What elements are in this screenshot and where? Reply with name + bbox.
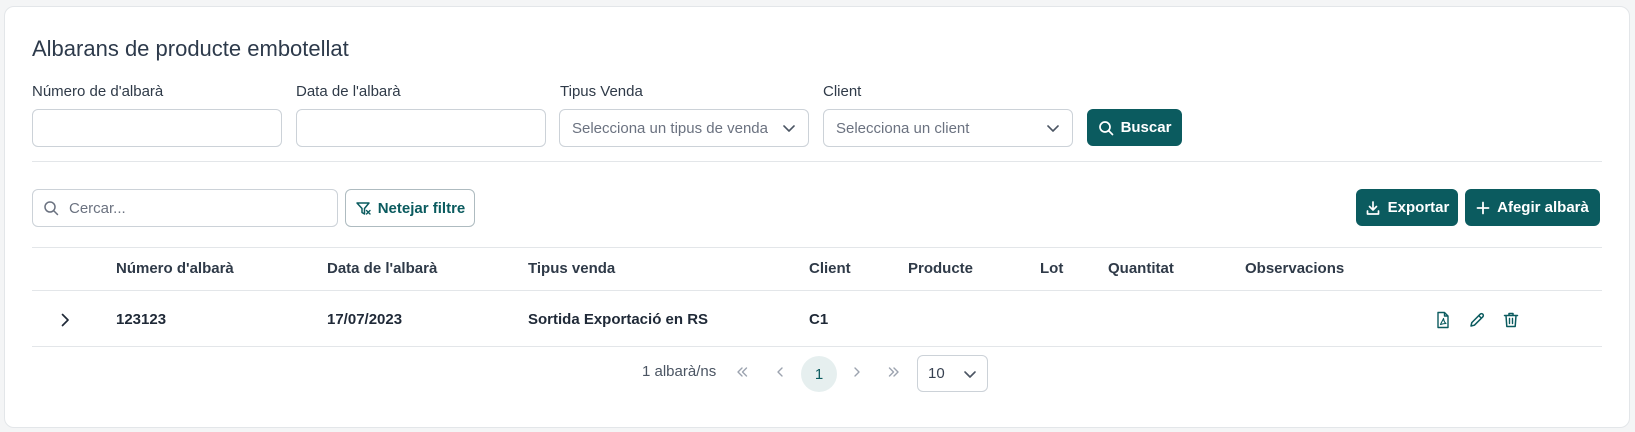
filter-clear-icon (355, 201, 371, 215)
buscar-label: Buscar (1120, 119, 1172, 136)
table-search[interactable] (32, 189, 338, 227)
column-header-tipus[interactable]: Tipus venda (528, 260, 615, 277)
page-title: Albarans de producte embotellat (32, 36, 349, 61)
cell-client: C1 (809, 311, 829, 328)
chevrons-right-icon[interactable] (886, 364, 902, 380)
column-header-quantitat[interactable]: Quantitat (1108, 260, 1174, 277)
chevrons-left-icon[interactable] (734, 364, 750, 380)
pdf-file-icon[interactable] (1433, 310, 1453, 330)
chevron-down-icon (964, 370, 976, 378)
chevron-down-icon (783, 125, 795, 132)
numero-albara-input[interactable] (32, 109, 282, 147)
afegir-albara-label: Afegir albarà (1497, 199, 1589, 216)
column-header-producte[interactable]: Producte (908, 260, 973, 277)
column-header-client[interactable]: Client (809, 260, 851, 277)
cell-tipus: Sortida Exportació en RS (528, 311, 709, 328)
chevron-left-icon[interactable] (772, 364, 788, 380)
filters-divider (32, 161, 1602, 162)
afegir-albara-button[interactable]: Afegir albarà (1465, 189, 1600, 226)
cell-data: 17/07/2023 (327, 311, 403, 328)
search-icon (1098, 120, 1113, 135)
cell-numero: 123123 (116, 311, 167, 328)
buscar-button[interactable]: Buscar (1087, 109, 1182, 146)
netejar-filtre-button[interactable]: Netejar filtre (345, 189, 475, 227)
numero-albara-label: Número de d'albarà (32, 83, 164, 100)
page-size-select[interactable]: 10 (917, 355, 988, 392)
table-header-border (32, 290, 1602, 291)
data-albara-label: Data de l'albarà (296, 83, 401, 100)
tipus-venda-placeholder: Selecciona un tipus de venda (572, 119, 768, 137)
exportar-button[interactable]: Exportar (1356, 189, 1458, 226)
column-header-observacions[interactable]: Observacions (1245, 260, 1344, 277)
chevron-right-icon[interactable] (849, 364, 865, 380)
client-label: Client (823, 83, 862, 100)
table-search-input[interactable] (69, 199, 309, 217)
client-placeholder: Selecciona un client (836, 119, 970, 137)
column-header-lot[interactable]: Lot (1040, 260, 1063, 277)
column-header-data[interactable]: Data de l'albarà (327, 260, 437, 277)
client-select[interactable]: Selecciona un client (823, 109, 1073, 147)
column-header-numero[interactable]: Número d'albarà (116, 260, 234, 277)
search-icon (44, 201, 59, 216)
edit-pencil-icon[interactable] (1467, 310, 1487, 330)
netejar-filtre-label: Netejar filtre (377, 199, 466, 217)
page-size-value: 10 (928, 365, 945, 382)
plus-icon (1476, 201, 1490, 214)
pagination-summary: 1 albarà/ns (642, 363, 717, 380)
trash-icon[interactable] (1501, 310, 1521, 330)
chevron-right-icon[interactable] (55, 310, 75, 330)
data-albara-input[interactable] (296, 109, 546, 147)
download-icon (1366, 200, 1380, 215)
chevron-down-icon (1047, 125, 1059, 132)
tipus-venda-select[interactable]: Selecciona un tipus de venda (559, 109, 809, 147)
table-top-border (32, 247, 1602, 248)
page-button-current[interactable]: 1 (801, 356, 837, 392)
exportar-label: Exportar (1387, 199, 1450, 216)
table-bottom-border (32, 346, 1602, 347)
tipus-venda-label: Tipus Venda (560, 83, 643, 100)
